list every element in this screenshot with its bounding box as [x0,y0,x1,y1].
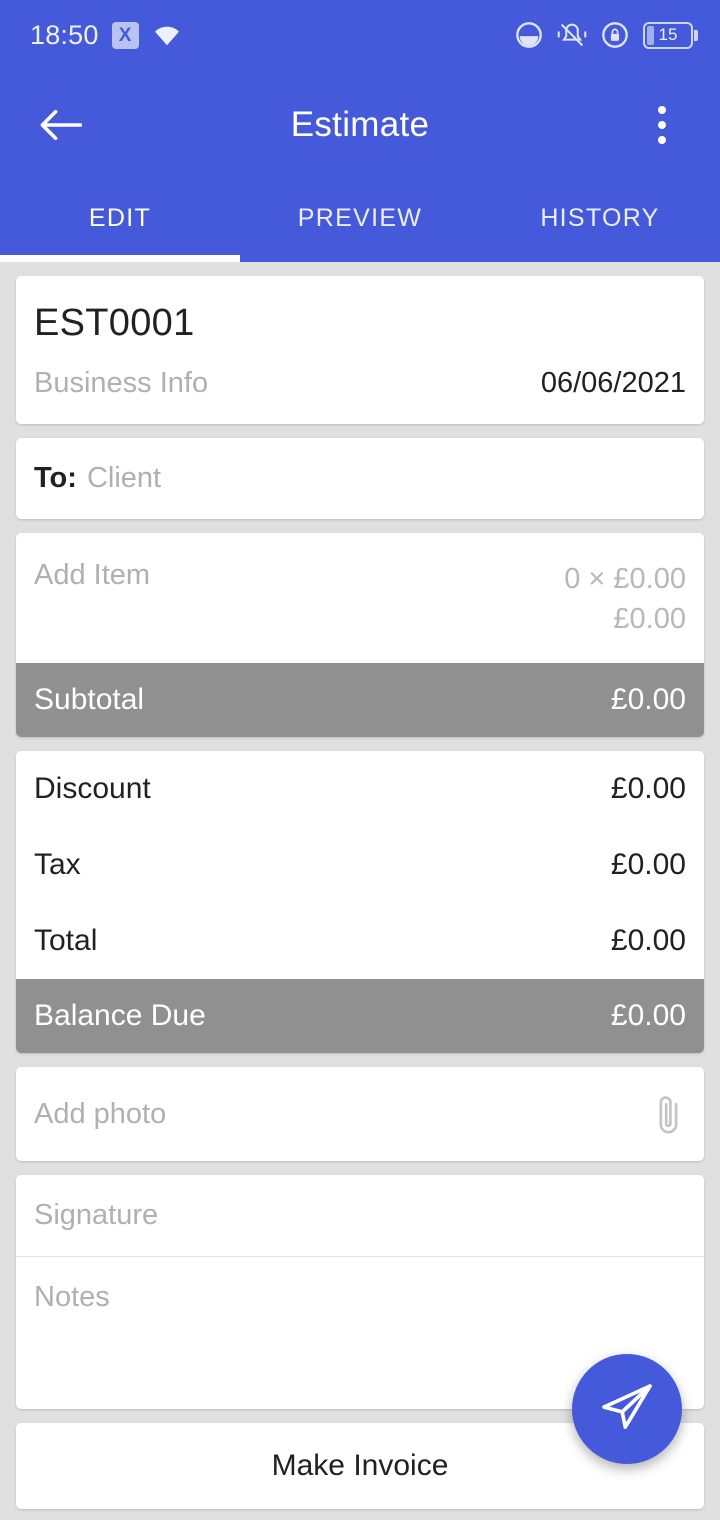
paperclip-icon[interactable] [652,1091,686,1137]
document-header-card[interactable]: EST0001 Business Info 06/06/2021 [16,276,704,424]
document-meta-row: Business Info 06/06/2021 [16,345,704,424]
discount-row[interactable]: Discount £0.00 [16,751,704,827]
tax-row[interactable]: Tax £0.00 [16,827,704,903]
totals-card: Discount £0.00 Tax £0.00 Total £0.00 Bal… [16,751,704,1054]
send-paper-plane-icon [602,1384,652,1429]
status-bar-right: 15 [515,21,698,49]
document-number[interactable]: EST0001 [16,276,704,345]
client-card[interactable]: To: Client [16,438,704,519]
status-bar-left: 18:50 X [30,20,182,51]
item-amounts: 0 × £0.00 £0.00 [564,559,686,639]
data-saver-icon [515,21,543,49]
total-row: Total £0.00 [16,903,704,979]
battery-icon: 15 [643,21,698,49]
tab-history[interactable]: HISTORY [480,180,720,262]
add-photo-row[interactable]: Add photo [16,1067,704,1161]
signature-field[interactable]: Signature [16,1175,704,1258]
battery-level-text: 15 [658,25,678,44]
document-date[interactable]: 06/06/2021 [541,367,686,400]
tax-label: Tax [34,848,81,882]
back-arrow-icon [40,110,82,140]
balance-due-label: Balance Due [34,999,206,1033]
rotation-lock-icon [601,21,629,49]
total-label: Total [34,924,98,958]
to-label: To: [34,462,77,494]
discount-value[interactable]: £0.00 [611,772,686,806]
status-time: 18:50 [30,19,99,50]
client-row[interactable]: To: Client [16,438,704,519]
discount-label: Discount [34,772,151,806]
subtotal-label: Subtotal [34,683,145,717]
add-photo-field[interactable]: Add photo [34,1098,166,1131]
balance-due-row: Balance Due £0.00 [16,979,704,1054]
subtotal-row: Subtotal £0.00 [16,663,704,738]
tab-bar: EDIT PREVIEW HISTORY [0,180,720,262]
send-fab-button[interactable] [572,1354,682,1464]
overflow-menu-icon[interactable] [634,93,690,157]
item-quantity-price: 0 × £0.00 [564,563,686,595]
tab-edit[interactable]: EDIT [0,180,240,262]
total-value: £0.00 [610,924,686,958]
balance-due-value: £0.00 [610,999,686,1033]
items-card: Add Item 0 × £0.00 £0.00 Subtotal £0.00 [16,533,704,738]
app-bar: Estimate [0,70,720,180]
wifi-icon [152,23,182,47]
vibrate-bell-icon [557,21,587,49]
attachment-card[interactable]: Add photo [16,1067,704,1162]
add-item-row[interactable]: Add Item 0 × £0.00 £0.00 [16,533,704,663]
add-item-field[interactable]: Add Item [34,559,150,639]
page-title: Estimate [290,105,430,144]
business-info-field[interactable]: Business Info [34,367,208,400]
client-field[interactable]: Client [87,462,161,495]
tab-active-indicator [0,255,240,262]
tab-preview[interactable]: PREVIEW [240,180,480,262]
back-button[interactable] [30,95,90,155]
status-bar: 18:50 X 15 [0,0,720,70]
subtotal-value: £0.00 [610,683,686,717]
sim-x-icon: X [111,21,139,49]
tax-value[interactable]: £0.00 [611,848,686,882]
item-line-total: £0.00 [613,603,686,636]
estimate-form: EST0001 Business Info 06/06/2021 To: Cli… [0,262,720,1520]
